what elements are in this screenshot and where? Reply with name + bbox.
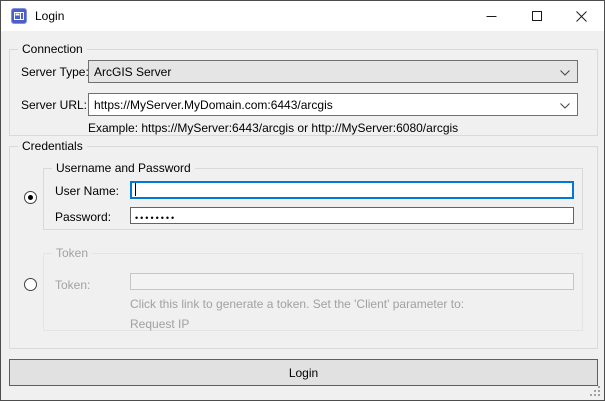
password-input[interactable] [130,207,574,224]
login-button[interactable]: Login [9,359,598,386]
user-name-label: User Name: [55,184,119,198]
username-password-group-legend: Username and Password [52,161,195,176]
chevron-down-icon [560,103,570,109]
login-button-label: Login [289,366,318,380]
user-name-input[interactable] [130,181,574,199]
window-title: Login [35,9,64,23]
radio-username-password[interactable] [24,191,37,204]
text-caret [135,183,136,196]
radio-token[interactable] [24,278,37,291]
username-password-group: Username and Password User Name: Passwor… [43,168,583,230]
connection-group-legend: Connection [18,42,87,57]
chevron-down-icon [560,70,570,76]
token-help-text: Click this link to generate a token. Set… [130,297,464,311]
password-label: Password: [55,210,111,224]
titlebar[interactable]: Login [1,1,604,31]
server-type-value: ArcGIS Server [94,65,171,79]
server-url-label: Server URL: [21,98,87,112]
login-dialog: Login Connection Server Type: ArcGIS Ser… [0,0,605,401]
resize-grip[interactable] [588,384,601,397]
maximize-icon [532,11,542,21]
server-type-label: Server Type: [21,65,89,79]
token-request-ip-link: Request IP [130,317,189,331]
maximize-button[interactable] [514,1,559,31]
credentials-group-legend: Credentials [18,139,87,154]
minimize-icon [486,11,497,22]
credentials-group: Credentials Username and Password User N… [9,146,598,349]
close-button[interactable] [559,1,604,31]
server-type-dropdown[interactable]: ArcGIS Server [88,60,578,83]
minimize-button[interactable] [469,1,514,31]
connection-group: Connection Server Type: ArcGIS Server Se… [9,49,598,136]
form-icon [11,8,27,24]
token-group-legend: Token [52,246,92,261]
server-url-example-text: Example: https://MyServer:6443/arcgis or… [88,121,458,135]
close-icon [576,11,587,22]
token-label: Token: [55,278,90,292]
token-group: Token Token: Click this link to generate… [43,253,583,331]
server-url-value: https://MyServer.MyDomain.com:6443/arcgi… [94,98,333,112]
server-url-combobox[interactable]: https://MyServer.MyDomain.com:6443/arcgi… [88,93,578,116]
token-input [130,273,574,290]
